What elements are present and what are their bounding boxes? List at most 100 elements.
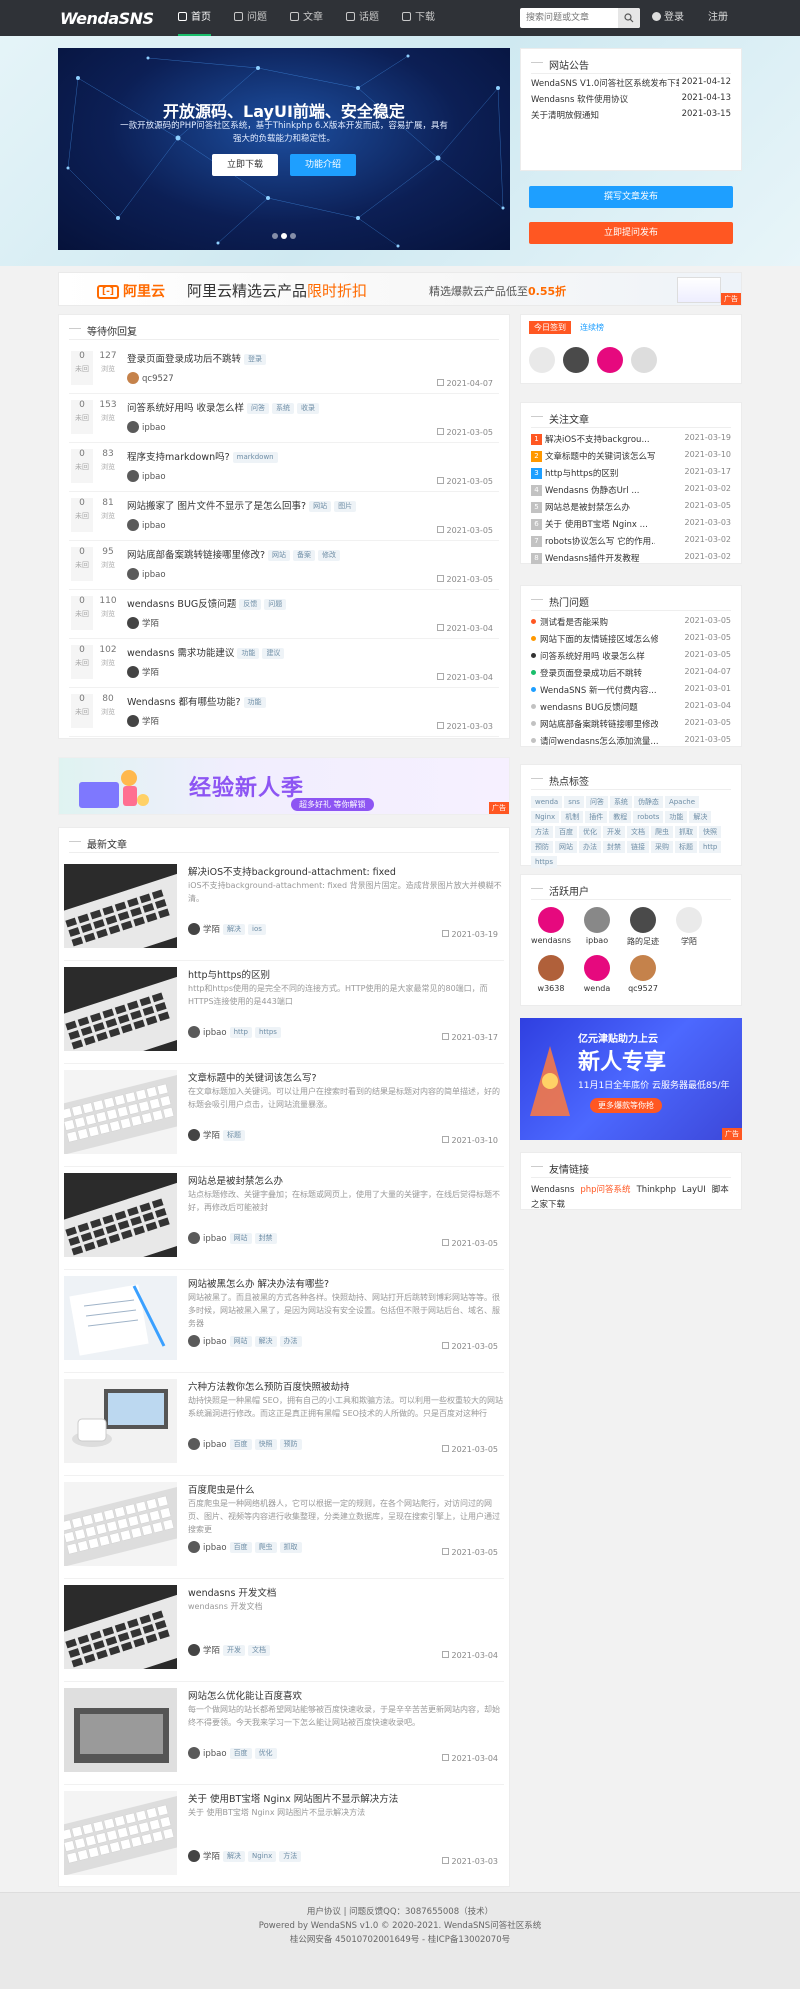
article-tag[interactable]: 网站: [229, 1233, 252, 1244]
avatar[interactable]: [188, 1026, 200, 1038]
hot-tag[interactable]: 百度: [555, 826, 577, 838]
article-tag[interactable]: 办法: [279, 1336, 302, 1347]
question-title-text[interactable]: 网站底部备案跳转链接哪里修改?: [127, 550, 265, 561]
article-row[interactable]: 网站总是被封禁怎么办 站点标题修改、关键字叠加；在标题或网页上，使用了大量的关键字…: [64, 1167, 504, 1270]
signin-user-avatar[interactable]: [529, 347, 555, 373]
question-title[interactable]: 网站搬家了 图片文件不显示了是怎么回事? 网站 图片: [127, 498, 357, 512]
article-author[interactable]: ipbao 百度 爬虫 抓取: [188, 1541, 302, 1553]
hot-article-text[interactable]: 网站总是被封禁怎么办: [545, 501, 655, 513]
hot-question-item[interactable]: 网站底部备案跳转链接哪里修改? 2021-03-05: [531, 718, 731, 730]
question-tag[interactable]: 收录: [297, 403, 320, 414]
avatar[interactable]: [127, 421, 139, 433]
active-user-name[interactable]: ipbao: [586, 936, 608, 945]
hot-tag[interactable]: 链接: [627, 841, 649, 853]
hot-tag[interactable]: 教程: [609, 811, 632, 823]
hot-tag[interactable]: 方法: [531, 826, 553, 838]
hot-tag[interactable]: 爬虫: [651, 826, 673, 838]
question-title-text[interactable]: 网站搬家了 图片文件不显示了是怎么回事?: [127, 501, 306, 512]
active-user[interactable]: w3638: [529, 955, 573, 993]
hot-article-item[interactable]: 3 http与https的区别 2021-03-17: [531, 467, 731, 479]
nav-item-2[interactable]: 文章: [290, 0, 323, 36]
question-title[interactable]: 问答系统好用吗 收录怎么样 问答 系统 收录: [127, 400, 320, 414]
hot-question-text[interactable]: WendaSNS 新一代付费内容...: [540, 684, 658, 696]
tab-today-signin[interactable]: 今日签到: [529, 321, 571, 334]
hot-question-item[interactable]: wendasns BUG反馈问题 2021-03-04: [531, 701, 731, 713]
article-row[interactable]: 文章标题中的关键词该怎么写? 在文章标题加入关键词。可以让用户在搜索时看到的结果是…: [64, 1064, 504, 1167]
question-title[interactable]: wendasns 需求功能建议 功能 建议: [127, 645, 285, 659]
hot-tag[interactable]: 网站: [555, 841, 577, 853]
avatar[interactable]: [188, 1644, 200, 1656]
friend-link[interactable]: Thinkphp: [637, 1185, 676, 1195]
article-tag[interactable]: 开发: [223, 1645, 246, 1656]
article-row[interactable]: http与https的区别 http和https使用的是完全不同的连接方式。HTT…: [64, 961, 504, 1064]
article-thumbnail[interactable]: [64, 1379, 177, 1463]
footer-links[interactable]: 用户协议 | 问题反馈QQ：3087655008（技术）: [0, 1905, 800, 1917]
article-author[interactable]: ipbao 网站 封禁: [188, 1232, 277, 1244]
avatar[interactable]: [188, 1232, 200, 1244]
active-user[interactable]: wenda: [575, 955, 619, 993]
active-user[interactable]: 路的足迹: [621, 907, 665, 947]
question-row[interactable]: 0 未回 153 浏览 问答系统好用吗 收录怎么样 问答 系统 收录 ipbao 2021-03-…: [69, 394, 499, 443]
question-title-text[interactable]: Wendasns 都有哪些功能?: [127, 697, 241, 708]
article-title[interactable]: 解决iOS不支持background-attachment: fixed: [188, 864, 396, 878]
avatar[interactable]: [127, 568, 139, 580]
nav-item-4[interactable]: 下载: [402, 0, 435, 36]
article-thumbnail[interactable]: [64, 864, 177, 948]
question-author[interactable]: 学陌: [127, 617, 159, 629]
active-user-name[interactable]: wenda: [584, 984, 611, 993]
author-name[interactable]: ipbao: [142, 521, 166, 531]
avatar[interactable]: [630, 907, 656, 933]
article-row[interactable]: 关于 使用BT宝塔 Nginx 网站图片不显示解决方法 关于 使用BT宝塔 Ngi…: [64, 1785, 504, 1888]
notice-item[interactable]: WendaSNS V1.0问答社区系统发布下载 2021-04-12: [531, 77, 731, 89]
active-user-name[interactable]: w3638: [538, 984, 565, 993]
article-tag[interactable]: 优化: [254, 1748, 277, 1759]
avatar[interactable]: [188, 1541, 200, 1553]
question-title[interactable]: 网站底部备案跳转链接哪里修改? 网站 备案 修改: [127, 547, 341, 561]
hot-article-text[interactable]: robots协议怎么写 它的作用...: [545, 535, 655, 547]
article-thumbnail[interactable]: [64, 967, 177, 1051]
question-author[interactable]: qc9527: [127, 372, 174, 384]
hot-question-text[interactable]: 网站下面的友情链接区域怎么修改: [540, 633, 658, 645]
hot-tag[interactable]: 开发: [603, 826, 625, 838]
hot-article-text[interactable]: 关于 使用BT宝塔 Nginx ...: [545, 518, 655, 530]
friend-link[interactable]: LayUI: [682, 1185, 706, 1195]
article-title[interactable]: 网站被黑怎么办 解决办法有哪些?: [188, 1276, 329, 1290]
article-thumbnail[interactable]: [64, 1585, 177, 1669]
question-tag[interactable]: markdown: [232, 452, 278, 463]
question-row[interactable]: 0 未回 102 浏览 wendasns 需求功能建议 功能 建议 学陌 2021-03-04: [69, 639, 499, 688]
active-user[interactable]: ipbao: [575, 907, 619, 945]
hot-tag[interactable]: 伪静态: [633, 796, 663, 808]
hot-question-item[interactable]: 测试看是否能采购 2021-03-05: [531, 616, 731, 628]
question-row[interactable]: 0 未回 127 浏览 登录页面登录成功后不跳转 登录 qc9527 2021-04-07: [69, 345, 499, 394]
article-title[interactable]: 文章标题中的关键词该怎么写?: [188, 1070, 317, 1084]
avatar[interactable]: [630, 955, 656, 981]
hot-tag[interactable]: Nginx: [531, 811, 560, 823]
hot-article-text[interactable]: 文章标题中的关键词该怎么写?: [545, 450, 655, 462]
hot-article-item[interactable]: 2 文章标题中的关键词该怎么写? 2021-03-10: [531, 450, 731, 462]
article-tag[interactable]: 网站: [229, 1336, 252, 1347]
hot-tag[interactable]: 办法: [579, 841, 601, 853]
article-thumbnail[interactable]: [64, 1276, 177, 1360]
question-author[interactable]: ipbao: [127, 568, 166, 580]
question-tag[interactable]: 建议: [262, 648, 285, 659]
search-button[interactable]: [618, 8, 640, 28]
hot-article-item[interactable]: 4 Wendasns 伪静态Url ... 2021-03-02: [531, 484, 731, 496]
friend-link[interactable]: php问答系统: [580, 1185, 630, 1195]
question-row[interactable]: 0 未回 80 浏览 Wendasns 都有哪些功能? 功能 学陌 2021-03-03: [69, 688, 499, 737]
hot-tag[interactable]: 机制: [561, 811, 584, 823]
question-tag[interactable]: 修改: [318, 550, 341, 561]
author-name[interactable]: ipbao: [142, 472, 166, 482]
hot-tag[interactable]: 解决: [689, 811, 712, 823]
avatar[interactable]: [127, 666, 139, 678]
avatar[interactable]: [188, 1850, 200, 1862]
article-row[interactable]: 百度爬虫是什么 百度爬虫是一种网络机器人，它可以根据一定的规则，在各个网站爬行，对…: [64, 1476, 504, 1579]
hot-tag[interactable]: robots: [633, 811, 664, 823]
hot-tag[interactable]: 功能: [665, 811, 688, 823]
active-user-name[interactable]: qc9527: [628, 984, 658, 993]
question-tag[interactable]: 图片: [334, 501, 357, 512]
signin-user-avatar[interactable]: [631, 347, 657, 373]
article-tag[interactable]: 解决: [223, 1851, 246, 1862]
question-tag[interactable]: 功能: [237, 648, 260, 659]
cloud-server-ad[interactable]: 亿元津贴助力上云 新人专享 11月1日全年底价 云服务器最低85/年 更多爆款等…: [520, 1018, 742, 1140]
question-tag[interactable]: 登录: [244, 354, 267, 365]
